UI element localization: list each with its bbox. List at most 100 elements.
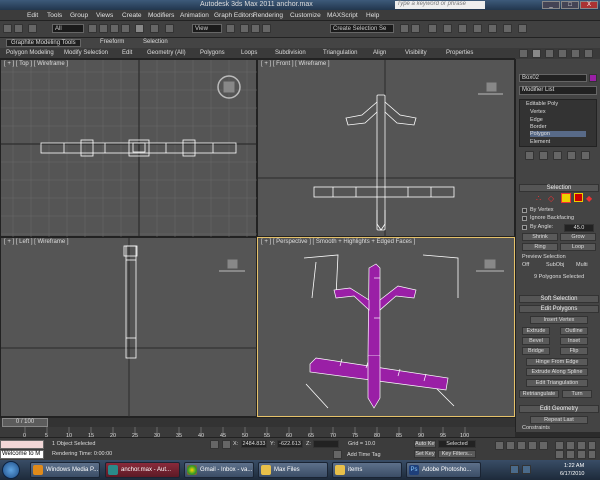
schematic-view-icon[interactable] — [458, 24, 467, 33]
viewport-perspective[interactable]: [ + ] [ Perspective ] [ Smooth + Highlig… — [257, 237, 515, 417]
maxscript-listener-pink[interactable] — [0, 440, 44, 449]
turn-button[interactable]: Turn — [562, 390, 592, 398]
selection-rollout-header[interactable]: Selection — [519, 184, 599, 192]
add-time-tag-button[interactable]: Add Time Tag — [347, 452, 381, 458]
remove-modifier-icon[interactable] — [567, 151, 576, 160]
modify-tab-icon[interactable] — [532, 49, 541, 58]
pin-stack-icon[interactable] — [525, 151, 534, 160]
close-button[interactable]: X — [580, 1, 598, 9]
bridge-button[interactable]: Bridge — [522, 347, 550, 355]
preview-subobj-radio[interactable]: SubObj — [546, 262, 564, 268]
pan-icon[interactable] — [566, 450, 575, 459]
panel-polygon-modeling[interactable]: Polygon Modeling — [6, 50, 54, 56]
play-icon[interactable] — [517, 441, 526, 450]
select-scale-icon[interactable] — [165, 24, 174, 33]
flip-button[interactable]: Flip — [560, 347, 588, 355]
edit-polygons-rollout-header[interactable]: Edit Polygons — [519, 305, 599, 313]
panel-loops[interactable]: Loops — [241, 50, 257, 56]
render-frame-icon[interactable] — [503, 24, 512, 33]
object-color-swatch[interactable] — [589, 74, 597, 82]
zoom-extents-all-icon[interactable] — [588, 441, 596, 450]
goto-start-icon[interactable] — [495, 441, 504, 450]
taskbar-gmail[interactable]: Gmail - Inbox - va... — [184, 462, 254, 478]
viewport-top-label[interactable]: [ + ] [ Top ] [ Wireframe ] — [4, 61, 68, 67]
panel-subdivision[interactable]: Subdivision — [275, 50, 306, 56]
minimize-button[interactable]: _ — [542, 1, 560, 9]
taskbar-3dsmax[interactable]: anchor.max - Aut... — [105, 462, 180, 478]
select-object-icon[interactable] — [88, 24, 97, 33]
zoom-extents-icon[interactable] — [577, 441, 586, 450]
set-key-button[interactable]: Set Key — [414, 450, 436, 458]
menu-rendering[interactable]: Rendering — [253, 12, 283, 19]
ring-button[interactable]: Ring — [522, 243, 558, 251]
viewport-left-label[interactable]: [ + ] [ Left ] [ Wireframe ] — [4, 239, 69, 245]
rect-selection-icon[interactable] — [110, 24, 119, 33]
undo-icon[interactable] — [3, 24, 12, 33]
by-angle-checkbox[interactable] — [522, 225, 527, 230]
time-tag-icon[interactable] — [333, 450, 342, 459]
stack-element[interactable]: Element — [530, 139, 550, 145]
hinge-from-edge-button[interactable]: Hinge From Edge — [526, 358, 588, 366]
tab-selection[interactable]: Selection — [143, 39, 168, 45]
panel-properties[interactable]: Properties — [446, 50, 473, 56]
taskbar-items[interactable]: items — [332, 462, 402, 478]
by-angle-spinner[interactable]: 45.0 — [564, 224, 594, 232]
stack-editable-poly[interactable]: Editable Poly — [526, 101, 558, 107]
menu-maxscript[interactable]: MAXScript — [327, 12, 358, 19]
stack-border[interactable]: Border — [530, 124, 547, 130]
named-selection-sets-dropdown[interactable]: Create Selection Se — [330, 24, 394, 33]
extrude-along-spline-button[interactable]: Extrude Along Spline — [526, 368, 588, 376]
lock-selection-icon[interactable] — [210, 440, 219, 449]
loop-button[interactable]: Loop — [560, 243, 596, 251]
percent-snap-icon[interactable] — [262, 24, 271, 33]
display-tab-icon[interactable] — [571, 49, 580, 58]
insert-vertex-button[interactable]: Insert Vertex — [530, 316, 588, 324]
link-icon[interactable] — [28, 24, 37, 33]
stack-edge[interactable]: Edge — [530, 117, 543, 123]
panel-align[interactable]: Align — [373, 50, 386, 56]
goto-end-icon[interactable] — [539, 441, 548, 450]
shrink-button[interactable]: Shrink — [522, 233, 558, 241]
menu-animation[interactable]: Animation — [180, 12, 209, 19]
menu-help[interactable]: Help — [366, 12, 379, 19]
retriangulate-button[interactable]: Retriangulate — [519, 390, 559, 398]
configure-sets-icon[interactable] — [581, 151, 590, 160]
menu-edit[interactable]: Edit — [27, 12, 38, 19]
panel-geometry-all[interactable]: Geometry (All) — [147, 50, 186, 56]
panel-triangulation[interactable]: Triangulation — [323, 50, 357, 56]
panel-visibility[interactable]: Visibility — [405, 50, 427, 56]
snaps-icon[interactable] — [240, 24, 249, 33]
menu-graph-editors[interactable]: Graph Editors — [214, 12, 254, 19]
y-coord-field[interactable]: -622.613 — [277, 440, 303, 448]
key-mode-dropdown[interactable]: Selected — [438, 440, 476, 448]
z-coord-field[interactable] — [313, 440, 339, 448]
utilities-tab-icon[interactable] — [584, 49, 593, 58]
curve-editor-icon[interactable] — [443, 24, 452, 33]
key-filters-button[interactable]: Key Filters... — [438, 450, 476, 458]
motion-tab-icon[interactable] — [558, 49, 567, 58]
preview-multi-radio[interactable]: Multi — [576, 262, 588, 268]
menu-group[interactable]: Group — [70, 12, 88, 19]
taskbar-windows-media-player[interactable]: Windows Media P... — [30, 462, 100, 478]
menu-views[interactable]: Views — [96, 12, 113, 19]
menu-modifiers[interactable]: Modifiers — [148, 12, 174, 19]
soft-selection-rollout-header[interactable]: Soft Selection — [519, 295, 599, 303]
render-setup-icon[interactable] — [488, 24, 497, 33]
viewport-front[interactable]: [ + ] [ Front ] [ Wireframe ] — [257, 59, 516, 238]
mirror-icon[interactable] — [400, 24, 409, 33]
menu-customize[interactable]: Customize — [290, 12, 321, 19]
redo-icon[interactable] — [14, 24, 23, 33]
pivot-icon[interactable] — [226, 24, 235, 33]
viewport-perspective-label[interactable]: [ + ] [ Perspective ] [ Smooth + Highlig… — [261, 239, 415, 245]
tab-graphite-modeling-tools[interactable]: Graphite Modeling Tools — [6, 39, 81, 47]
viewport-front-label[interactable]: [ + ] [ Front ] [ Wireframe ] — [261, 61, 330, 67]
bevel-button[interactable]: Bevel — [522, 337, 550, 345]
tab-freeform[interactable]: Freeform — [100, 39, 124, 45]
repeat-last-button[interactable]: Repeat Last — [530, 416, 588, 424]
grow-button[interactable]: Grow — [560, 233, 596, 241]
viewport-top[interactable]: [ + ] [ Top ] [ Wireframe ] — [0, 59, 258, 238]
clock-date[interactable]: 6/17/2010 — [560, 471, 584, 477]
maximize-button[interactable]: □ — [561, 1, 579, 9]
create-tab-icon[interactable] — [519, 49, 528, 58]
stack-polygon[interactable]: Polygon — [530, 131, 586, 137]
